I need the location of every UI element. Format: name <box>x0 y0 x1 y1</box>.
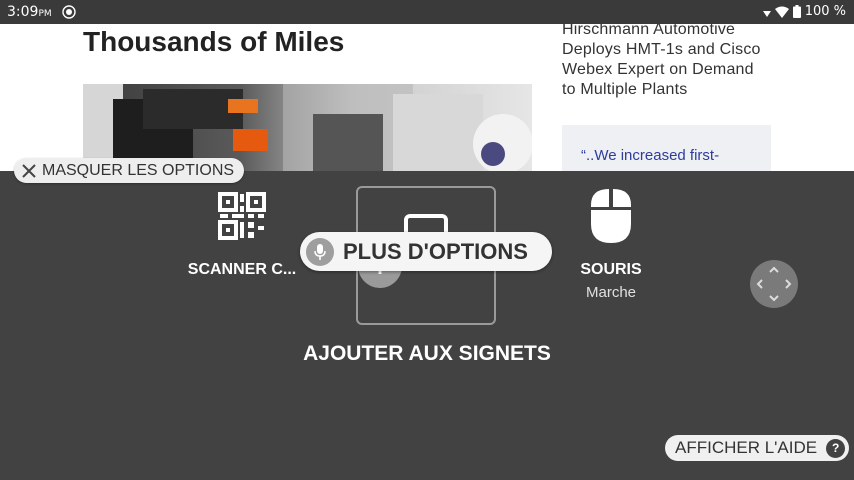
qr-code-icon <box>218 192 266 240</box>
sidebar-article-link[interactable]: Hirschmann Automotive Deploys HMT-1s and… <box>562 24 782 100</box>
mic-icon-wrap <box>306 237 334 266</box>
help-icon: ? <box>826 438 846 458</box>
sidebar-line: Webex Expert on Demand <box>562 61 754 78</box>
battery-percent: 100 % <box>804 4 846 19</box>
mouse-label: SOURIS <box>580 261 642 278</box>
sidebar-line: Hirschmann Automotive <box>562 24 736 38</box>
sync-icon <box>62 5 76 19</box>
status-bar: 3:09PM 100 % <box>0 0 854 24</box>
quote-text: “..We increased first- <box>581 147 720 164</box>
signal-icon <box>762 10 771 17</box>
show-help-button[interactable]: AFFICHER L'AIDE ? <box>665 435 850 461</box>
article-title: Thousands of Miles <box>83 26 345 57</box>
status-time: 3:09PM <box>7 4 52 20</box>
dpad-arrows-icon <box>756 266 792 302</box>
navigation-pad[interactable] <box>750 260 798 308</box>
more-options-button[interactable]: PLUS D'OPTIONS <box>300 232 552 271</box>
quote-box: “..We increased first- <box>562 125 771 171</box>
mouse-state: Marche <box>585 284 637 301</box>
add-bookmark-label: AJOUTER AUX SIGNETS <box>303 342 551 365</box>
microphone-icon <box>314 243 326 260</box>
hide-options-button[interactable]: MASQUER LES OPTIONS <box>14 158 245 183</box>
show-help-label: AFFICHER L'AIDE <box>675 438 818 457</box>
battery-icon <box>792 5 801 18</box>
more-options-label: PLUS D'OPTIONS <box>343 238 528 264</box>
status-right: 100 % <box>762 4 846 19</box>
hide-options-label: MASQUER LES OPTIONS <box>42 161 235 179</box>
sidebar-line: to Multiple Plants <box>562 81 688 98</box>
close-icon <box>22 163 36 178</box>
scanner-label: SCANNER C... <box>187 261 297 278</box>
web-page: Thousands of Miles Hirschmann Automotive… <box>0 24 854 171</box>
wifi-icon <box>774 6 789 18</box>
sidebar-line: Deploys HMT-1s and Cisco <box>562 41 761 58</box>
mouse-icon <box>591 189 631 243</box>
